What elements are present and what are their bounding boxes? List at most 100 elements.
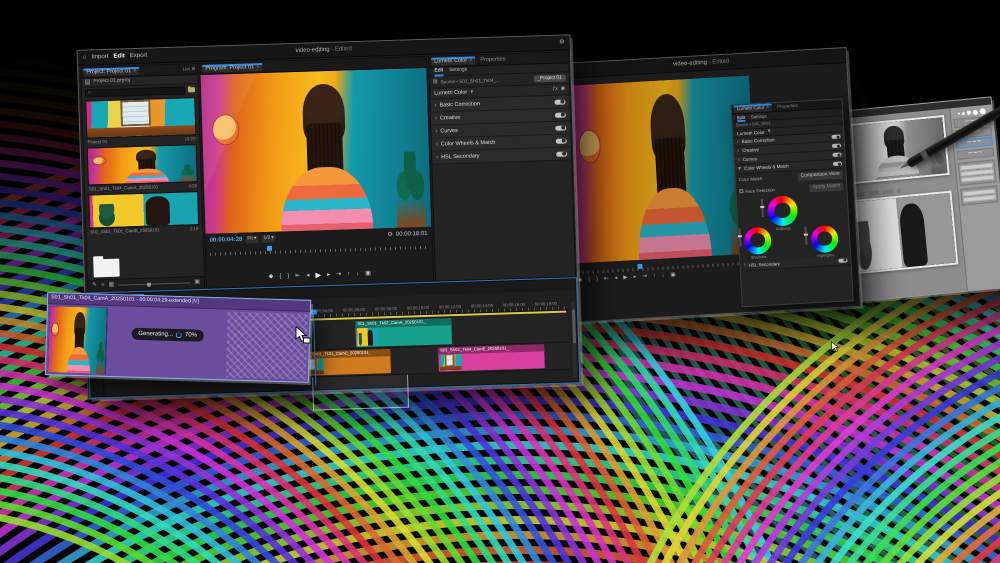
zoom-fit-select[interactable]: Fit▾ xyxy=(245,235,258,243)
home-icon[interactable]: ⌂ xyxy=(83,54,87,61)
toggle[interactable] xyxy=(555,125,566,130)
list-view-icon[interactable]: ≡ xyxy=(192,66,196,73)
tab-lumetri-color[interactable]: Lumetri Color× xyxy=(431,56,475,66)
lift-icon[interactable]: ↑ xyxy=(347,271,350,278)
menu-import[interactable]: Import xyxy=(91,53,108,60)
export-frame-icon[interactable]: ▣ xyxy=(365,271,371,278)
lumetri-color-panel: Lumetri Color× Properties Edit Settings … xyxy=(731,98,854,307)
subtab-settings[interactable]: Settings xyxy=(449,68,467,74)
mark-out-icon[interactable]: } xyxy=(287,273,289,280)
export-frame-icon[interactable]: ▣ xyxy=(670,272,676,279)
toggle[interactable] xyxy=(832,153,841,157)
total-timecode: 00:00:18:01 xyxy=(396,230,428,238)
target-project-button[interactable]: _Project 01 xyxy=(533,74,565,83)
generating-badge: Generating... 70% xyxy=(131,328,204,342)
timeline-clip-magenta[interactable]: S01_Sh02_Tk04_CamE_20250101_ xyxy=(438,344,545,371)
toggle[interactable] xyxy=(831,135,840,139)
shadows-slider[interactable] xyxy=(738,228,741,246)
dragged-clip[interactable]: S01_Sh01_Tk04_CamA_20250101 - 00:00:04:2… xyxy=(45,292,311,383)
subtab-edit[interactable]: Edit xyxy=(434,68,443,74)
color-wheels: Midtones Shadows Highlights xyxy=(737,192,850,262)
marker-icon[interactable]: ◆ xyxy=(269,274,274,281)
pen-tool-icon[interactable]: ✎ xyxy=(92,282,97,289)
mark-in-icon[interactable]: { xyxy=(279,274,281,281)
project-item-sequence[interactable]: Project 0118:20 xyxy=(85,97,196,145)
toggle[interactable] xyxy=(832,144,841,148)
tab-properties[interactable]: Properties xyxy=(477,55,508,64)
play-icon[interactable]: ▶ xyxy=(623,275,628,282)
project-item-clip-a[interactable]: S01_Sh01_Tk04_CamA_202501014:28 xyxy=(87,144,198,192)
playback-resolution-select[interactable]: 1/2▾ xyxy=(261,235,276,243)
midtones-wheel[interactable] xyxy=(767,195,799,227)
go-to-in-icon[interactable]: ⇤ xyxy=(604,276,609,283)
toggle[interactable] xyxy=(555,112,566,117)
tab-project[interactable]: Project: Project 01× xyxy=(83,67,139,77)
step-back-icon[interactable]: ◂ xyxy=(306,273,309,280)
new-item-icon[interactable]: ▣ xyxy=(194,279,200,286)
program-monitor-panel: Program: Project 01× 00:00:04:28 Fit▾ 1/… xyxy=(199,56,434,289)
highlights-slider[interactable] xyxy=(804,226,807,244)
cursor-icon xyxy=(831,340,840,351)
lift-icon[interactable]: ↑ xyxy=(653,273,656,279)
playhead[interactable] xyxy=(267,246,272,251)
workspace-settings-icon[interactable]: ⚙ xyxy=(559,39,565,46)
toggle[interactable] xyxy=(838,258,847,262)
folder-item[interactable] xyxy=(93,259,120,278)
shadows-wheel[interactable] xyxy=(743,226,771,254)
extract-icon[interactable]: ↓ xyxy=(356,271,359,278)
layers-panel[interactable] xyxy=(960,185,998,205)
search-input[interactable]: ⌕ xyxy=(85,86,185,97)
eye-icon[interactable]: ◉ xyxy=(561,87,566,93)
swatch-panel[interactable] xyxy=(958,159,997,185)
face-detection-label: Face Detection xyxy=(745,187,775,194)
comparison-view-button[interactable]: Comparison View xyxy=(797,170,842,180)
search-icon: ⌕ xyxy=(88,90,91,96)
current-timecode[interactable]: 00:00:04:28 xyxy=(210,236,243,244)
film-icon: ▤ xyxy=(85,79,91,86)
highlights-wheel[interactable] xyxy=(810,224,838,252)
chevron-down-icon: ▾ xyxy=(768,128,771,135)
subtab-settings[interactable]: Settings xyxy=(751,114,767,120)
dragged-clip-thumbnail xyxy=(48,306,108,374)
toggle[interactable] xyxy=(556,151,567,156)
toggle[interactable] xyxy=(556,138,567,143)
settings-wrench-icon[interactable]: ⚙ xyxy=(387,232,393,239)
project-panel: Project: Project 01× List ≡ ▤Project 01.… xyxy=(80,63,205,293)
go-to-out-icon[interactable]: ⇥ xyxy=(336,272,341,279)
toggle[interactable] xyxy=(554,99,565,104)
ungenerated-region-hatch xyxy=(226,311,308,379)
subtab-edit[interactable]: Edit xyxy=(737,115,745,120)
thumbnail-zoom-slider[interactable] xyxy=(118,282,190,285)
mark-in-icon[interactable]: { xyxy=(588,277,590,283)
menu-edit[interactable]: Edit xyxy=(113,53,125,60)
face-detection-checkbox[interactable] xyxy=(739,189,743,193)
step-forward-icon[interactable]: ▸ xyxy=(327,272,330,279)
step-back-icon[interactable]: ◂ xyxy=(614,275,617,281)
grid-view-icon[interactable]: ▦ xyxy=(108,282,114,289)
timeline-scrollbar[interactable] xyxy=(571,301,577,377)
project-item-clip-b[interactable]: S01_Sh01_Tk01_CamB_202501012:18 xyxy=(88,191,199,235)
new-bin-icon[interactable] xyxy=(188,87,195,92)
go-to-in-icon[interactable]: ⇤ xyxy=(295,273,300,280)
marker-icon[interactable]: ◆ xyxy=(578,277,583,284)
program-viewer[interactable] xyxy=(200,68,431,234)
go-to-out-icon[interactable]: ⇥ xyxy=(642,274,647,281)
tab-properties[interactable]: Properties xyxy=(774,102,801,111)
extract-icon[interactable]: ↓ xyxy=(661,273,664,279)
timeline-clip-teal[interactable]: S01_Sh01_Tk02_CamA_20250101_ xyxy=(355,318,452,347)
list-view-icon[interactable]: ≡ xyxy=(101,282,105,289)
fx-icon[interactable]: ƒx xyxy=(552,87,557,93)
view-mode-label[interactable]: List xyxy=(183,67,190,73)
menu-export[interactable]: Export xyxy=(130,52,148,59)
preset-select[interactable]: Lumetri Color xyxy=(737,130,765,137)
apply-match-button[interactable]: Apply Match xyxy=(810,182,844,192)
chevron-down-icon: ▾ xyxy=(470,89,473,96)
midtones-slider[interactable] xyxy=(761,198,764,216)
play-icon[interactable]: ▶ xyxy=(315,271,321,280)
mark-out-icon[interactable]: } xyxy=(596,276,598,282)
preset-select[interactable]: Lumetri Color xyxy=(434,89,467,96)
tab-program[interactable]: Program: Project 01× xyxy=(202,63,262,73)
step-forward-icon[interactable]: ▸ xyxy=(633,274,636,280)
brush-preset[interactable]: ∼∼∼ xyxy=(956,147,994,160)
toggle[interactable] xyxy=(833,161,842,165)
